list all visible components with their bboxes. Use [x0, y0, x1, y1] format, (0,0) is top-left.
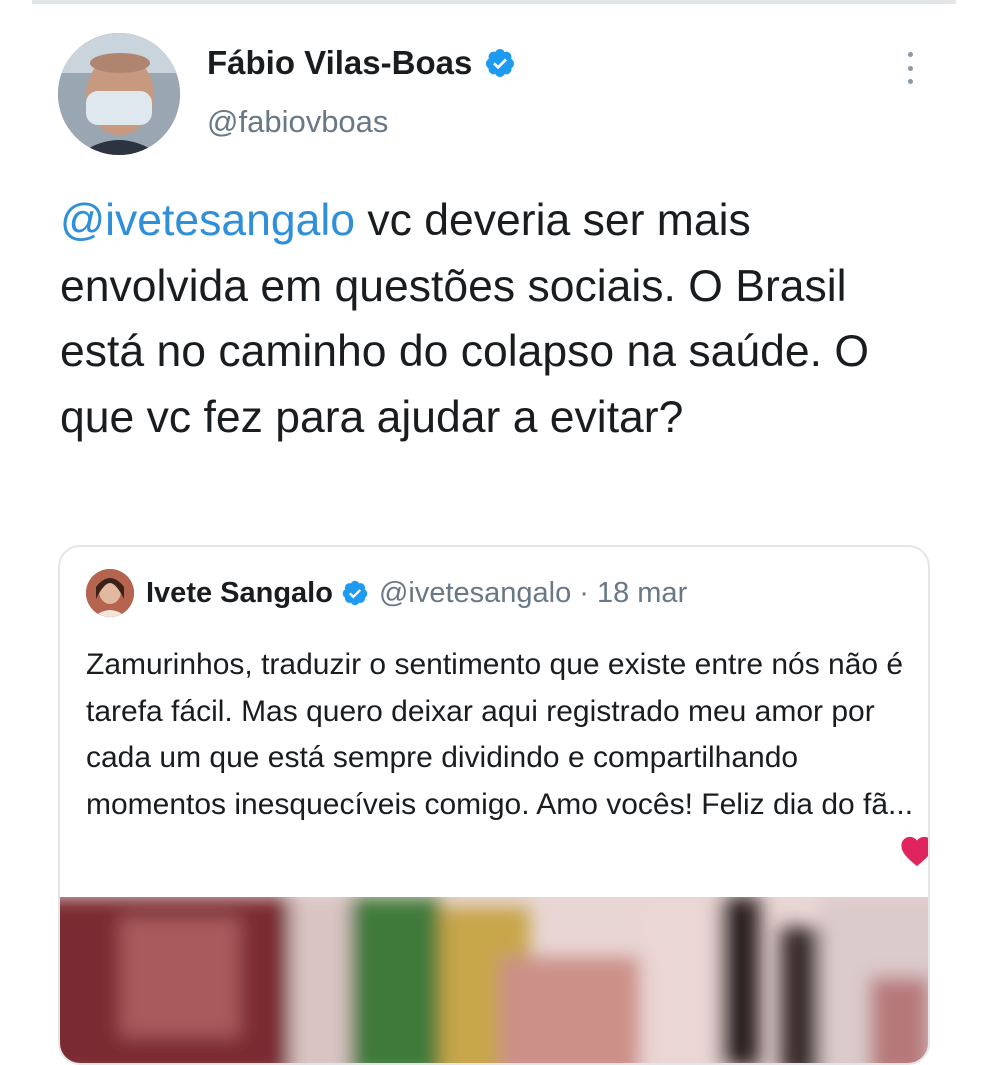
author-handle[interactable]: @fabiovboas [207, 104, 388, 140]
quoted-tweet-image[interactable] [60, 897, 928, 1063]
author-name-row[interactable]: Fábio Vilas-Boas [207, 44, 516, 82]
tweet-text: @ivetesangalo vc deveria ser mais envolv… [60, 188, 940, 450]
top-divider [32, 0, 956, 4]
quoted-tweet-header: Ivete Sangalo @ivetesangalo · 18 mar [86, 569, 687, 617]
quoted-tweet-text: Zamurinhos, traduzir o sentimento que ex… [86, 648, 914, 821]
quoted-tweet-card[interactable]: Ivete Sangalo @ivetesangalo · 18 mar Zam… [58, 545, 930, 1065]
quoted-author-handle: @ivetesangalo [378, 576, 572, 609]
author-name[interactable]: Fábio Vilas-Boas [207, 44, 472, 82]
verified-badge-icon [342, 580, 368, 606]
quoted-tweet-date: · 18 mar [579, 576, 688, 609]
mention-link[interactable]: @ivetesangalo [60, 196, 355, 245]
author-avatar[interactable] [58, 33, 180, 155]
quoted-author-avatar [86, 569, 134, 617]
verified-badge-icon [486, 49, 515, 77]
heart-emoji-icon [901, 836, 928, 867]
more-options-icon[interactable] [895, 48, 925, 88]
quoted-author-name: Ivete Sangalo [146, 576, 333, 609]
